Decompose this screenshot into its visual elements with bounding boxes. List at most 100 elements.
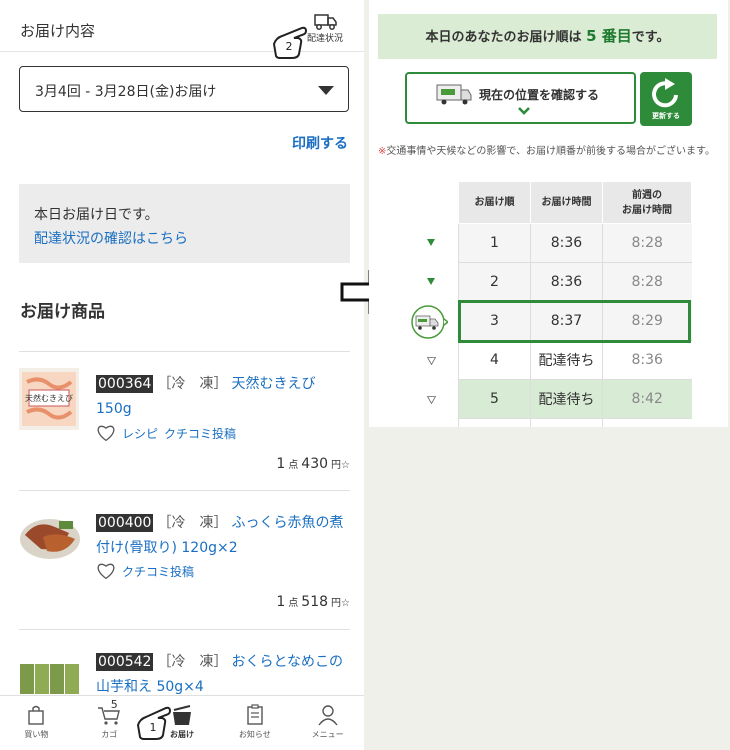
- nav-label: お知らせ: [238, 730, 271, 739]
- table-row: 4 配達待ち 8:36: [458, 340, 692, 380]
- refresh-button[interactable]: 更新する: [640, 72, 692, 126]
- table-row: [458, 418, 692, 427]
- time-cell: 配達待ち: [530, 340, 603, 380]
- product-item: 天然むきえび 000364 ［冷 凍］ 天然むきえび150g レシピ クチコミ投稿 …: [19, 351, 350, 490]
- frozen-tag: ［冷 凍］: [157, 376, 228, 392]
- quantity-unit: 点: [288, 460, 299, 471]
- time-cell: 8:36: [530, 262, 603, 302]
- time-cell: 配達待ち: [530, 379, 603, 419]
- prev-time-cell: 8:28: [602, 223, 692, 263]
- shopping-bag-icon: [28, 705, 45, 725]
- product-actions: レシピ クチコミ投稿: [96, 424, 236, 442]
- hand-label: 1: [150, 721, 157, 734]
- delivery-day-notice: 本日お届け日です。 配達状況の確認はこちら: [19, 184, 350, 263]
- quantity: 1: [276, 594, 286, 610]
- notice-icon: [247, 704, 263, 725]
- order-cell: 4: [458, 340, 531, 380]
- note-text: 交通事情や天候などの影響で、お届け順番が前後する場合がございます。: [386, 146, 715, 157]
- rank-number: 5 番目: [586, 27, 632, 45]
- prev-time-cell: 8:42: [602, 379, 692, 419]
- delivery-date-dropdown[interactable]: 3月4回 - 3月28日(金)お届け: [19, 66, 349, 112]
- rank-suffix: です。: [631, 30, 670, 45]
- order-cell: 3: [458, 301, 531, 341]
- product-title: 000400 ［冷 凍］ ふっくら赤魚の煮付け(骨取り) 120g×2: [96, 511, 350, 561]
- page-title: お届け内容: [20, 22, 96, 40]
- rank-prefix: 本日のあなたのお届け順は: [425, 30, 587, 45]
- cart-count-badge: 5: [110, 698, 118, 711]
- bottom-nav: 買い物 5 カゴ お届け お知らせ メニュー: [0, 695, 364, 750]
- review-post-link[interactable]: クチコミ投稿: [122, 563, 194, 580]
- chevron-down-icon: [518, 107, 530, 115]
- review-post-link[interactable]: クチコミ投稿: [164, 425, 236, 442]
- product-title: 000542 ［冷 凍］ おくらとなめこの山芋和え 50g×4: [96, 650, 350, 700]
- hand-label: 2: [286, 40, 293, 53]
- nav-menu[interactable]: メニュー: [291, 696, 364, 750]
- product-image[interactable]: [19, 507, 81, 569]
- delivered-marker-icon: [427, 278, 435, 285]
- waiting-marker-icon: [427, 357, 436, 365]
- waiting-marker-icon: [427, 396, 436, 404]
- product-code: 000542: [96, 653, 154, 671]
- product-price: 1 点 430 円☆: [276, 456, 350, 472]
- order-cell: 5: [458, 379, 531, 419]
- nav-label: カゴ: [101, 730, 118, 739]
- notice-text: 本日お届け日です。: [34, 207, 159, 223]
- recipe-link[interactable]: レシピ: [122, 425, 158, 442]
- delivered-marker-icon: [427, 239, 435, 246]
- frozen-tag: ［冷 凍］: [157, 515, 228, 531]
- frozen-tag: ［冷 凍］: [157, 654, 228, 670]
- dropdown-value: 3月4回 - 3月28日(金)お届け: [35, 84, 217, 100]
- time-cell: 8:36: [530, 223, 603, 263]
- order-cell: 2: [458, 262, 531, 302]
- product-price: 1 点 518 円☆: [276, 594, 350, 610]
- delivery-order-note: ※交通事情や天候などの影響で、お届け順番が前後する場合がございます。: [378, 144, 718, 160]
- header-prev-time: 前週の お届け時間: [602, 181, 692, 224]
- pointing-hand-icon: 1: [136, 706, 172, 740]
- heart-icon[interactable]: [96, 562, 116, 580]
- chevron-down-icon: [318, 86, 334, 95]
- product-image[interactable]: 天然むきえび: [19, 368, 79, 430]
- header-time: お届け時間: [530, 181, 603, 224]
- nav-label: 買い物: [24, 730, 49, 739]
- user-icon: [318, 705, 338, 726]
- refresh-icon: [652, 78, 678, 108]
- table-row-current: 3 8:37 8:29: [458, 301, 692, 341]
- quantity-unit: 点: [288, 598, 299, 609]
- table-row: 2 8:36 8:28: [458, 262, 692, 302]
- table-header-row: お届け順 お届け時間 前週の お届け時間: [458, 181, 692, 224]
- yen-label: 円☆: [331, 460, 350, 471]
- truck-icon: [314, 14, 337, 30]
- product-code: 000364: [96, 375, 154, 393]
- delivery-status-panel: 本日のあなたのお届け順は 5 番目です。 現在の位置を確認する 更新する ※交通…: [369, 0, 728, 427]
- print-link[interactable]: 印刷する: [292, 133, 348, 153]
- pointing-hand-icon: 2: [272, 26, 308, 59]
- quantity: 1: [276, 456, 286, 472]
- order-cell: 1: [458, 223, 531, 263]
- delivery-contents-panel: お届け内容 配達状況 3月4回 - 3月28日(金)お届け 印刷する 本日お届け…: [0, 0, 364, 750]
- product-title: 000364 ［冷 凍］ 天然むきえび150g: [96, 372, 350, 422]
- product-item: 000400 ［冷 凍］ ふっくら赤魚の煮付け(骨取り) 120g×2 クチコミ投稿…: [19, 490, 350, 629]
- product-item: 000542 ［冷 凍］ おくらとなめこの山芋和え 50g×4: [19, 629, 350, 708]
- prev-time-cell: 8:36: [602, 340, 692, 380]
- check-location-button[interactable]: 現在の位置を確認する: [405, 72, 636, 124]
- price-value: 518: [301, 594, 329, 610]
- table-row: 1 8:36 8:28: [458, 223, 692, 263]
- delivery-status-link[interactable]: 配達状況の確認はこちら: [34, 228, 188, 248]
- prev-time-cell: 8:28: [602, 262, 692, 302]
- current-truck-marker-icon: [411, 305, 448, 339]
- check-location-label: 現在の位置を確認する: [479, 88, 600, 102]
- product-actions: クチコミ投稿: [96, 562, 194, 580]
- delivery-status-button[interactable]: 配達状況: [306, 13, 346, 44]
- nav-notice[interactable]: お知らせ: [218, 696, 291, 750]
- product-image-label: 天然むきえび: [25, 393, 73, 403]
- delivery-order-table: お届け順 お届け時間 前週の お届け時間 1 8:36 8:28 2 8:36 …: [458, 181, 692, 427]
- nav-label: メニュー: [311, 730, 344, 739]
- table-row-mine: 5 配達待ち 8:42: [458, 379, 692, 419]
- heart-icon[interactable]: [96, 424, 116, 442]
- nav-cart[interactable]: 5 カゴ: [73, 696, 146, 750]
- nav-shopping[interactable]: 買い物: [0, 696, 73, 750]
- product-code: 000400: [96, 514, 154, 532]
- delivery-rank-banner: 本日のあなたのお届け順は 5 番目です。: [378, 14, 717, 59]
- time-cell: 8:37: [530, 301, 603, 341]
- prev-time-cell: 8:29: [602, 301, 692, 341]
